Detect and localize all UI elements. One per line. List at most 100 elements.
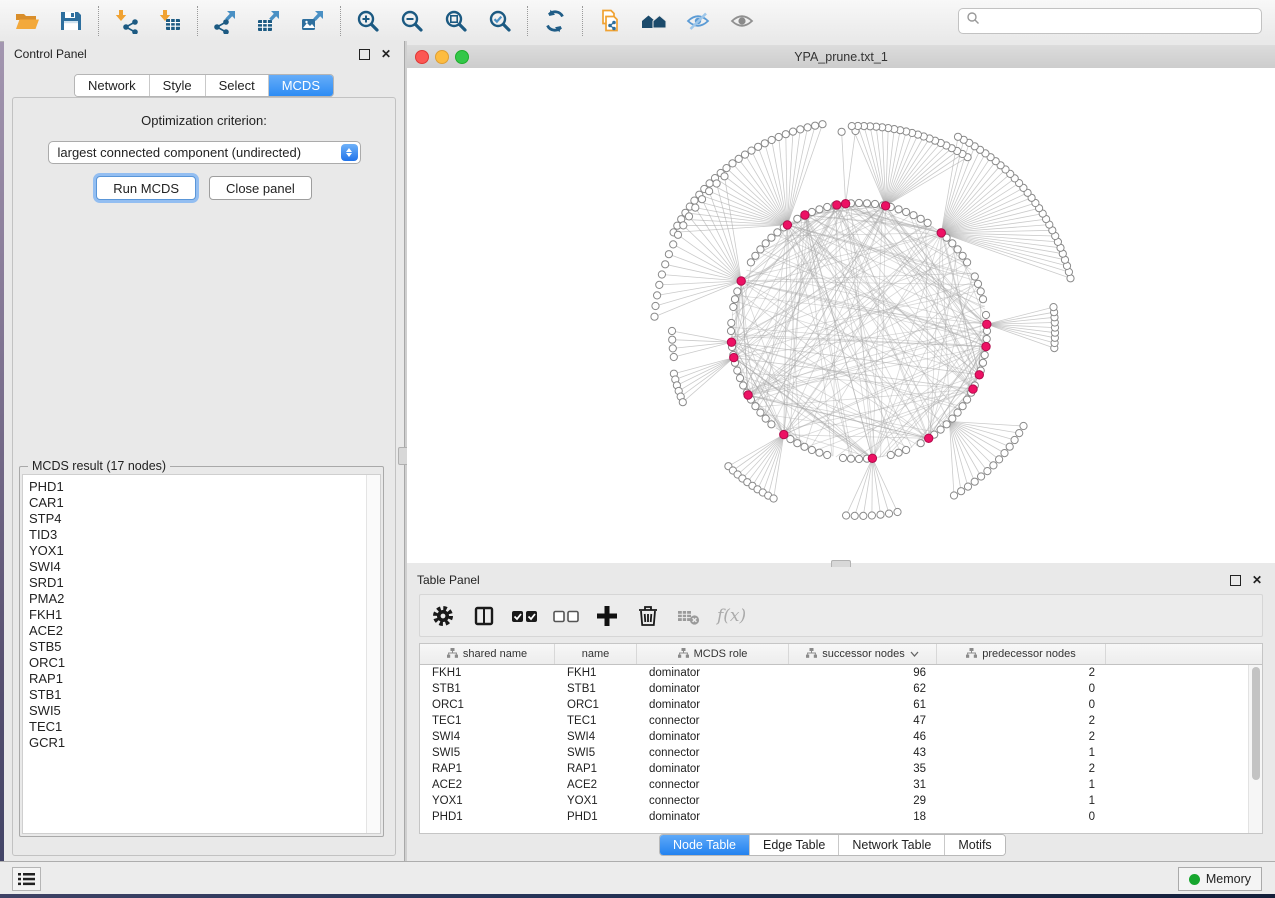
tab-style[interactable]: Style xyxy=(149,75,205,96)
mcds-node-item[interactable]: TID3 xyxy=(23,527,380,543)
dominator-node[interactable] xyxy=(730,353,738,361)
window-zoom-icon[interactable] xyxy=(455,50,469,64)
deselect-all-icon[interactable] xyxy=(553,602,579,630)
close-panel-button[interactable]: Close panel xyxy=(209,176,312,200)
window-close-icon[interactable] xyxy=(415,50,429,64)
mcds-node-item[interactable]: ORC1 xyxy=(23,655,380,671)
dominator-node[interactable] xyxy=(969,385,977,393)
dominator-node[interactable] xyxy=(975,371,983,379)
dominator-node[interactable] xyxy=(881,202,889,210)
tab-motifs[interactable]: Motifs xyxy=(944,835,1004,855)
float-table-panel-icon[interactable] xyxy=(1227,572,1243,588)
network-graph[interactable] xyxy=(407,68,1275,563)
open-file-icon[interactable] xyxy=(13,7,41,35)
mcds-node-item[interactable]: TEC1 xyxy=(23,719,380,735)
mcds-list-scrollbar[interactable] xyxy=(366,475,380,833)
zoom-selected-icon[interactable] xyxy=(486,7,514,35)
mcds-result-list[interactable]: PHD1CAR1STP4TID3YOX1SWI4SRD1PMA2FKH1ACE2… xyxy=(22,474,381,834)
mcds-node-item[interactable]: RAP1 xyxy=(23,671,380,687)
dominator-node[interactable] xyxy=(801,211,809,219)
export-image-icon[interactable] xyxy=(299,7,327,35)
tab-network-table[interactable]: Network Table xyxy=(838,835,944,855)
table-row[interactable]: PHD1PHD1dominator180 xyxy=(420,809,1262,825)
memory-button[interactable]: Memory xyxy=(1178,867,1262,891)
column-header-predecessor-nodes[interactable]: predecessor nodes xyxy=(937,644,1106,664)
float-panel-icon[interactable] xyxy=(356,46,372,62)
import-network-icon[interactable] xyxy=(112,7,140,35)
mcds-node-item[interactable]: PMA2 xyxy=(23,591,380,607)
mcds-node-item[interactable]: SWI5 xyxy=(23,703,380,719)
tab-network[interactable]: Network xyxy=(75,75,149,96)
control-panel-tabs: NetworkStyleSelectMCDS xyxy=(4,74,404,97)
dominator-node[interactable] xyxy=(841,200,849,208)
mcds-node-item[interactable]: STP4 xyxy=(23,511,380,527)
column-header-successor-nodes[interactable]: successor nodes xyxy=(789,644,937,664)
mcds-node-item[interactable]: SRD1 xyxy=(23,575,380,591)
mcds-node-item[interactable]: FKH1 xyxy=(23,607,380,623)
mcds-node-item[interactable]: STB5 xyxy=(23,639,380,655)
select-all-icon[interactable] xyxy=(512,602,538,630)
cell-name: PHD1 xyxy=(555,811,637,823)
cell-shared-name: SWI4 xyxy=(420,731,555,743)
first-neighbors-icon[interactable] xyxy=(640,7,668,35)
mcds-node-item[interactable]: PHD1 xyxy=(23,479,380,495)
dominator-node[interactable] xyxy=(727,338,735,346)
zoom-in-icon[interactable] xyxy=(354,7,382,35)
dominator-node[interactable] xyxy=(737,277,745,285)
dominator-node[interactable] xyxy=(744,391,752,399)
mcds-node-item[interactable]: GCR1 xyxy=(23,735,380,751)
dominator-node[interactable] xyxy=(868,454,876,462)
delete-column-icon[interactable] xyxy=(635,602,661,630)
dominator-node[interactable] xyxy=(983,320,991,328)
refresh-view-icon[interactable] xyxy=(541,7,569,35)
dominator-node[interactable] xyxy=(833,201,841,209)
close-panel-icon[interactable]: ✕ xyxy=(378,46,394,62)
dominator-node[interactable] xyxy=(925,434,933,442)
add-column-icon[interactable] xyxy=(594,602,620,630)
dominator-node[interactable] xyxy=(937,229,945,237)
table-row[interactable]: FKH1FKH1dominator962 xyxy=(420,665,1262,681)
hide-selected-icon[interactable] xyxy=(684,7,712,35)
copy-network-icon[interactable] xyxy=(596,7,624,35)
export-network-icon[interactable] xyxy=(211,7,239,35)
dominator-node[interactable] xyxy=(780,430,788,438)
zoom-out-icon[interactable] xyxy=(398,7,426,35)
run-mcds-button[interactable]: Run MCDS xyxy=(96,176,196,200)
table-row[interactable]: SWI5SWI5connector431 xyxy=(420,745,1262,761)
column-header-shared-name[interactable]: shared name xyxy=(420,644,555,664)
task-history-button[interactable] xyxy=(12,867,41,891)
export-table-icon[interactable] xyxy=(255,7,283,35)
table-row[interactable]: SWI4SWI4dominator462 xyxy=(420,729,1262,745)
column-header-MCDS-role[interactable]: MCDS role xyxy=(637,644,789,664)
table-row[interactable]: ORC1ORC1dominator610 xyxy=(420,697,1262,713)
network-canvas[interactable] xyxy=(407,68,1275,563)
mcds-node-item[interactable]: ACE2 xyxy=(23,623,380,639)
zoom-fit-icon[interactable] xyxy=(442,7,470,35)
tab-mcds[interactable]: MCDS xyxy=(268,75,333,96)
dominator-node[interactable] xyxy=(982,342,990,350)
close-table-panel-icon[interactable]: ✕ xyxy=(1249,572,1265,588)
window-minimize-icon[interactable] xyxy=(435,50,449,64)
settings-gear-icon[interactable] xyxy=(430,602,456,630)
column-header-name[interactable]: name xyxy=(555,644,637,664)
table-row[interactable]: ACE2ACE2connector311 xyxy=(420,777,1262,793)
show-all-icon[interactable] xyxy=(728,7,756,35)
mcds-node-item[interactable]: YOX1 xyxy=(23,543,380,559)
mcds-node-item[interactable]: STB1 xyxy=(23,687,380,703)
save-session-icon[interactable] xyxy=(57,7,85,35)
table-row[interactable]: RAP1RAP1dominator352 xyxy=(420,761,1262,777)
table-row[interactable]: TEC1TEC1connector472 xyxy=(420,713,1262,729)
optimization-criterion-select[interactable]: largest connected component (undirected) xyxy=(48,141,361,164)
import-table-icon[interactable] xyxy=(156,7,184,35)
column-layout-icon[interactable] xyxy=(471,602,497,630)
tab-edge-table[interactable]: Edge Table xyxy=(749,835,838,855)
tab-node-table[interactable]: Node Table xyxy=(660,835,749,855)
table-row[interactable]: STB1STB1dominator620 xyxy=(420,681,1262,697)
table-scrollbar[interactable] xyxy=(1248,665,1262,833)
dominator-node[interactable] xyxy=(783,221,791,229)
mcds-node-item[interactable]: CAR1 xyxy=(23,495,380,511)
mcds-node-item[interactable]: SWI4 xyxy=(23,559,380,575)
search-input[interactable] xyxy=(985,13,1254,29)
table-row[interactable]: YOX1YOX1connector291 xyxy=(420,793,1262,809)
tab-select[interactable]: Select xyxy=(205,75,268,96)
